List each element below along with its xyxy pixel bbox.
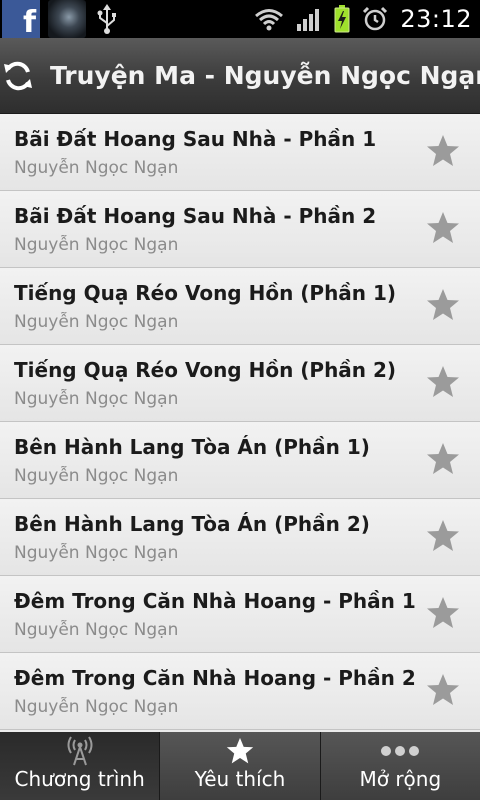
favorite-star-icon[interactable] (426, 288, 460, 322)
item-author: Nguyễn Ngọc Ngạn (14, 466, 179, 486)
tab-label: Mở rộng (359, 767, 442, 791)
tab-programs[interactable]: Chương trình (0, 732, 161, 800)
bottom-tab-bar: Chương trình Yêu thích Mở rộng (0, 732, 480, 800)
story-list: Bãi Đất Hoang Sau Nhà - Phần 1 Nguyễn Ng… (0, 114, 480, 732)
item-title: Bãi Đất Hoang Sau Nhà - Phần 1 (14, 127, 377, 151)
item-author: Nguyễn Ngọc Ngạn (14, 620, 179, 640)
item-title: Bên Hành Lang Tòa Án (Phần 1) (14, 435, 370, 459)
favorite-star-icon[interactable] (426, 519, 460, 553)
item-title: Tiếng Quạ Réo Vong Hồn (Phần 2) (14, 358, 397, 382)
broadcast-icon (67, 736, 93, 766)
facebook-icon: f (2, 0, 40, 38)
item-author: Nguyễn Ngọc Ngạn (14, 235, 179, 255)
item-title: Bãi Đất Hoang Sau Nhà - Phần 2 (14, 204, 377, 228)
signal-icon (297, 9, 320, 31)
battery-charging-icon (334, 5, 350, 33)
tab-more[interactable]: Mở rộng (320, 732, 480, 800)
favorite-star-icon[interactable] (426, 673, 460, 707)
status-bar: f 23:12 (0, 0, 480, 38)
tab-label: Chương trình (14, 767, 145, 791)
item-title: Bên Hành Lang Tòa Án (Phần 2) (14, 512, 370, 536)
list-item[interactable]: Bãi Đất Hoang Sau Nhà - Phần 1 Nguyễn Ng… (0, 114, 480, 191)
notification-photo-icon (48, 0, 86, 38)
item-author: Nguyễn Ngọc Ngạn (14, 389, 179, 409)
star-icon (226, 737, 254, 764)
page-title: Truyện Ma - Nguyễn Ngọc Ngạn (50, 61, 480, 90)
favorite-star-icon[interactable] (426, 442, 460, 476)
refresh-icon (4, 61, 32, 90)
list-item[interactable]: Bên Hành Lang Tòa Án (Phần 2) Nguyễn Ngọ… (0, 499, 480, 576)
item-author: Nguyễn Ngọc Ngạn (14, 312, 179, 332)
list-item[interactable]: Tiếng Quạ Réo Vong Hồn (Phần 2) Nguyễn N… (0, 345, 480, 422)
favorite-star-icon[interactable] (426, 134, 460, 168)
list-item[interactable]: Tiếng Quạ Réo Vong Hồn (Phần 1) Nguyễn N… (0, 268, 480, 345)
list-item[interactable]: Đêm Trong Căn Nhà Hoang - Phần 1 Nguyễn … (0, 576, 480, 653)
refresh-button[interactable] (0, 38, 36, 114)
more-icon (381, 746, 420, 756)
item-title: Tiếng Quạ Réo Vong Hồn (Phần 1) (14, 281, 397, 305)
usb-icon (97, 4, 116, 34)
wifi-icon (255, 9, 284, 31)
tab-label: Yêu thích (194, 767, 286, 791)
alarm-icon (363, 6, 388, 31)
favorite-star-icon[interactable] (426, 596, 460, 630)
item-author: Nguyễn Ngọc Ngạn (14, 158, 179, 178)
favorite-star-icon[interactable] (426, 211, 460, 245)
item-title: Đêm Trong Căn Nhà Hoang - Phần 2 (14, 666, 416, 690)
favorite-star-icon[interactable] (426, 365, 460, 399)
status-time: 23:12 (400, 5, 472, 33)
item-title: Đêm Trong Căn Nhà Hoang - Phần 1 (14, 589, 416, 613)
app-header: Truyện Ma - Nguyễn Ngọc Ngạn (0, 38, 480, 114)
list-item[interactable]: Bên Hành Lang Tòa Án (Phần 1) Nguyễn Ngọ… (0, 422, 480, 499)
item-author: Nguyễn Ngọc Ngạn (14, 697, 179, 717)
list-item[interactable]: Đêm Trong Căn Nhà Hoang - Phần 2 Nguyễn … (0, 653, 480, 730)
tab-favorites[interactable]: Yêu thích (160, 732, 321, 800)
list-item[interactable]: Bãi Đất Hoang Sau Nhà - Phần 2 Nguyễn Ng… (0, 191, 480, 268)
item-author: Nguyễn Ngọc Ngạn (14, 543, 179, 563)
